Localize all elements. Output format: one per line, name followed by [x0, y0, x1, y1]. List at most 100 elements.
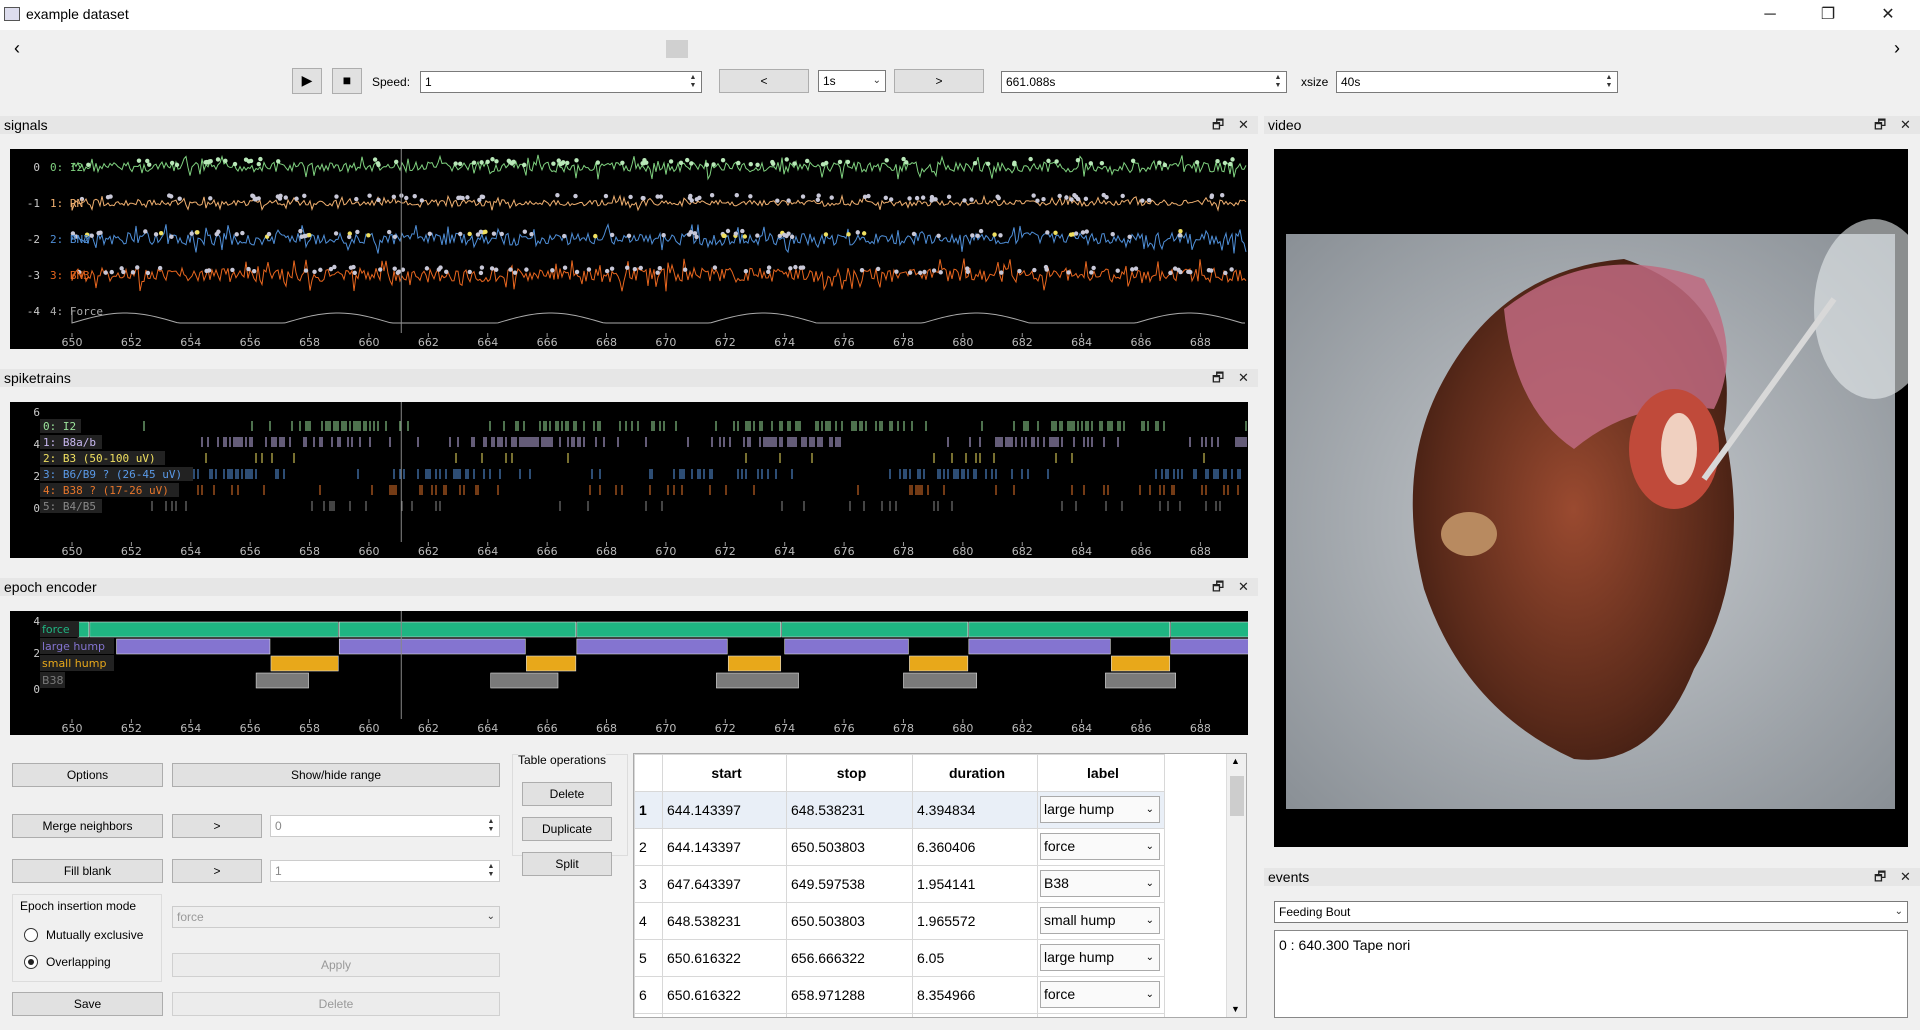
time-scrollbar-handle[interactable]	[666, 40, 688, 58]
epoch-segment[interactable]	[784, 638, 909, 655]
label-combo[interactable]: B38 ⌄	[1040, 870, 1160, 897]
show-hide-range-button[interactable]: Show/hide range	[172, 763, 500, 787]
cell-label[interactable]: B38 ⌄	[1037, 865, 1165, 903]
close-button[interactable]: ✕	[1873, 4, 1903, 26]
column-header-label[interactable]: label	[1037, 754, 1165, 792]
cell-stop[interactable]: 650.503803	[786, 902, 913, 940]
column-header-duration[interactable]: duration	[912, 754, 1038, 792]
cell-start[interactable]: 650.616322	[662, 939, 787, 977]
chevron-down-icon[interactable]: ▼	[1231, 1004, 1240, 1014]
cell-stop[interactable]: 650.503803	[786, 828, 913, 866]
epoch-segment[interactable]	[270, 655, 339, 672]
table-split-button[interactable]: Split	[522, 852, 612, 876]
epoch-segment[interactable]	[1105, 672, 1176, 689]
merge-threshold-spinbox[interactable]: 0 ▲ ▼	[270, 815, 500, 837]
cell-start[interactable]: 644.143397	[662, 828, 787, 866]
epoch-segment[interactable]	[338, 621, 577, 638]
epoch-segment[interactable]	[1111, 655, 1171, 672]
cell-duration[interactable]: 8.354966	[912, 976, 1038, 1014]
scroll-left-button[interactable]: ‹	[14, 38, 20, 59]
stop-button[interactable]: ■	[332, 68, 362, 94]
table-row[interactable]: 6 650.616322 658.971288 8.354966 force ⌄	[634, 976, 1165, 1014]
epoch-segment[interactable]	[968, 621, 1171, 638]
cell-label[interactable]: force ⌄	[1037, 828, 1165, 866]
next-step-button[interactable]: >	[894, 69, 984, 93]
table-row[interactable]: 1 644.143397 648.538231 4.394834 large hump ⌄	[634, 791, 1165, 829]
table-scrollbar[interactable]: ▲ ▼	[1226, 754, 1246, 1017]
cell-stop[interactable]: 649.597538	[786, 865, 913, 903]
cell-stop[interactable]: 656.666322	[786, 939, 913, 977]
save-button[interactable]: Save	[12, 992, 163, 1016]
epoch-segment[interactable]	[781, 621, 969, 638]
spin-arrows-icon[interactable]: ▲ ▼	[1272, 74, 1284, 90]
label-combo[interactable]: force ⌄	[1040, 981, 1160, 1008]
minimize-button[interactable]: ─	[1755, 4, 1785, 26]
options-button[interactable]: Options	[12, 763, 163, 787]
cell-stop[interactable]: 658.971288	[786, 976, 913, 1014]
spin-arrows-icon[interactable]: ▲ ▼	[485, 818, 497, 834]
time-spinbox[interactable]: 661.088s ▲ ▼	[1001, 71, 1287, 93]
row-header[interactable]: 5	[634, 939, 663, 977]
spin-arrows-icon[interactable]: ▲ ▼	[485, 863, 497, 879]
column-header-start[interactable]: start	[662, 754, 787, 792]
cell-label[interactable]: large hump ⌄	[1037, 791, 1165, 829]
row-header[interactable]: 4	[634, 902, 663, 940]
epoch-segment[interactable]	[576, 621, 782, 638]
speed-spinbox[interactable]: 1 ▲ ▼	[420, 71, 702, 93]
table-row[interactable]: 2 644.143397 650.503803 6.360406 force ⌄	[634, 828, 1165, 866]
close-icon[interactable]: ✕	[1238, 369, 1249, 387]
cell-start[interactable]: 650.616322	[662, 976, 787, 1014]
cell-start[interactable]: 647.643397	[662, 865, 787, 903]
maximize-button[interactable]: ❐	[1813, 4, 1843, 26]
epoch-segment[interactable]	[903, 672, 978, 689]
overlapping-radio[interactable]	[24, 955, 38, 969]
chevron-up-icon[interactable]: ▲	[1231, 756, 1240, 766]
epoch-segment[interactable]	[968, 638, 1111, 655]
delete-selection-button[interactable]: Delete	[172, 992, 500, 1016]
event-list-item[interactable]: 0 : 640.300 Tape nori	[1279, 937, 1903, 953]
epoch-plot[interactable]: force large hump small hump B38 650 652 654 656…	[10, 611, 1248, 735]
cell-duration[interactable]: 1.965572	[912, 902, 1038, 940]
spin-arrows-icon[interactable]: ▲ ▼	[687, 74, 699, 90]
table-row[interactable]: 4 648.538231 650.503803 1.965572 small hump ⌄	[634, 902, 1165, 940]
signals-plot[interactable]: 0: I2 1: RN 2: BN2 3: BN3 4: Force 650 652 654 6…	[10, 149, 1248, 349]
xsize-spinbox[interactable]: 40s ▲ ▼	[1336, 71, 1618, 93]
epoch-segment[interactable]	[490, 672, 559, 689]
epoch-segment[interactable]	[727, 655, 782, 672]
label-combo[interactable]: small hump ⌄	[1040, 907, 1160, 934]
label-combo[interactable]: large hump ⌄	[1040, 944, 1160, 971]
label-combo[interactable]: force ⌄	[1040, 833, 1160, 860]
close-icon[interactable]: ✕	[1900, 116, 1911, 134]
epoch-segment[interactable]	[89, 621, 339, 638]
cell-duration[interactable]: 6.05	[912, 939, 1038, 977]
cell-stop[interactable]: 648.538231	[786, 791, 913, 829]
merge-neighbors-button[interactable]: Merge neighbors	[12, 814, 163, 838]
epoch-segment[interactable]	[77, 621, 90, 638]
row-header[interactable]: 3	[634, 865, 663, 903]
apply-button[interactable]: Apply	[172, 953, 500, 977]
prev-step-button[interactable]: <	[719, 69, 809, 93]
epoch-segment[interactable]	[255, 672, 309, 689]
epoch-segment[interactable]	[909, 655, 969, 672]
cell-duration[interactable]: 6.360406	[912, 828, 1038, 866]
event-type-select[interactable]: Feeding Bout ⌄	[1274, 901, 1908, 923]
mutually-exclusive-radio[interactable]	[24, 928, 38, 942]
epoch-segment[interactable]	[1170, 621, 1248, 638]
row-header[interactable]: 6	[634, 976, 663, 1014]
epoch-segment[interactable]	[716, 672, 799, 689]
cell-label[interactable]: small hump ⌄	[1037, 902, 1165, 940]
event-list[interactable]: 0 : 640.300 Tape nori	[1274, 930, 1908, 1018]
epoch-segment[interactable]	[338, 638, 526, 655]
cell-label[interactable]: large hump ⌄	[1037, 939, 1165, 977]
video-viewport[interactable]	[1274, 149, 1920, 847]
column-header-stop[interactable]: stop	[786, 754, 913, 792]
epoch-segment[interactable]	[576, 638, 728, 655]
step-size-select[interactable]: 1s ⌄	[818, 70, 886, 92]
cell-label[interactable]: force ⌄	[1037, 976, 1165, 1014]
table-row[interactable]: 5 650.616322 656.666322 6.05 large hump ⌄	[634, 939, 1165, 977]
table-row[interactable]: 3 647.643397 649.597538 1.954141 B38 ⌄	[634, 865, 1165, 903]
table-duplicate-button[interactable]: Duplicate	[522, 817, 612, 841]
close-icon[interactable]: ✕	[1900, 868, 1911, 886]
float-icon[interactable]: 🗗	[1212, 369, 1224, 387]
cell-start[interactable]: 644.143397	[662, 791, 787, 829]
